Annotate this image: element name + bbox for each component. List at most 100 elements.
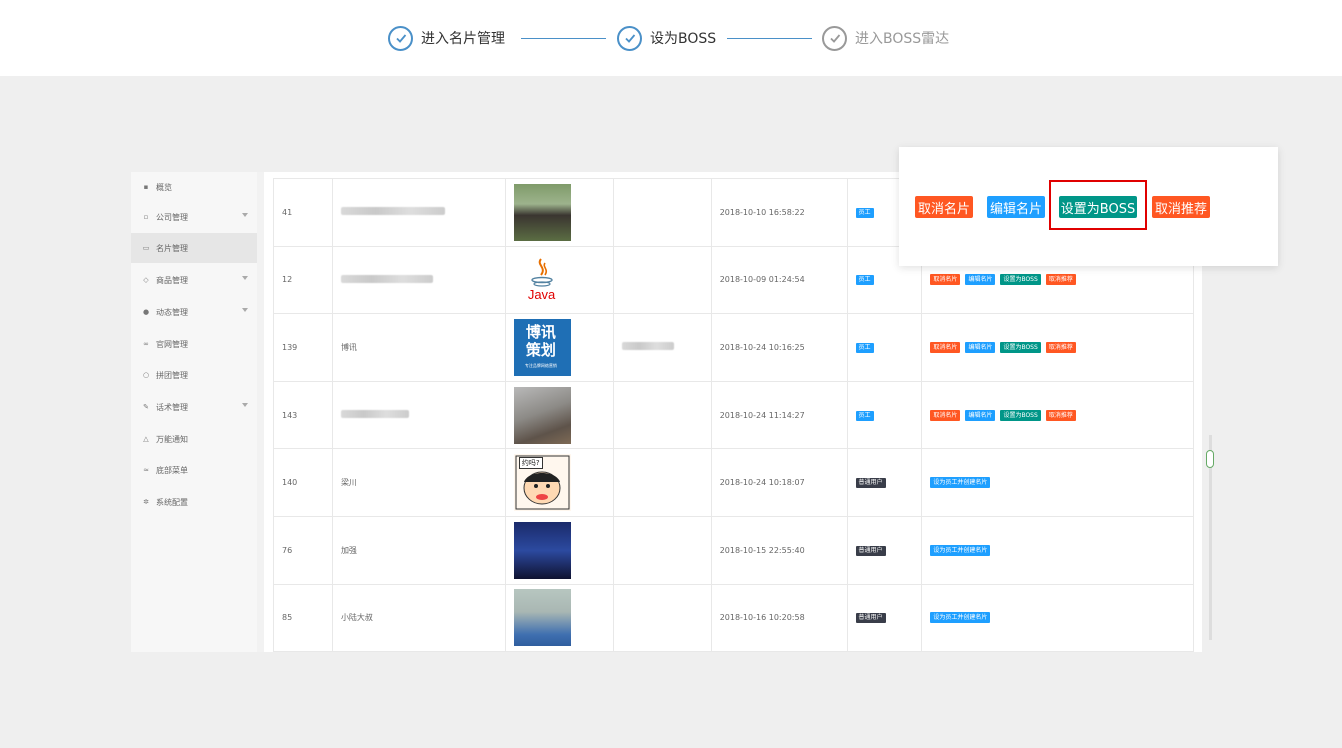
sidebar-item-settings[interactable]: ✲ 系统配置	[131, 487, 257, 517]
link-icon: ∞	[143, 340, 149, 348]
sidebar-divider	[257, 172, 264, 652]
cell-time: 2018-10-24 11:14:27	[710, 380, 848, 450]
check-icon	[822, 25, 847, 51]
sidebar-item-label: 底部菜单	[156, 465, 188, 475]
role-badge: 员工	[855, 207, 874, 218]
cell-name: 小陆大叔	[331, 583, 506, 652]
edit-card-button[interactable]: 编辑名片	[987, 196, 1045, 218]
sidebar-item-goods[interactable]: ◇ 商品管理	[131, 265, 257, 295]
cell-name	[331, 245, 506, 315]
role-badge: 普通用户	[855, 613, 886, 624]
java-wordmark: Java	[527, 287, 556, 303]
cell-name	[331, 178, 506, 247]
cell-extra	[612, 448, 712, 517]
sidebar-item-label: 官网管理	[156, 339, 188, 349]
cancel-recommend-button[interactable]: 取消推荐	[1045, 341, 1076, 353]
cell-actions: 设为员工并创建名片	[921, 583, 1194, 652]
highlight-box	[1049, 180, 1147, 230]
cell-actions: 取消名片 编辑名片 设置为BOSS 取消推荐	[921, 313, 1194, 382]
cancel-card-button[interactable]: 取消名片	[915, 196, 973, 218]
cell-time: 2018-10-24 10:18:07	[710, 448, 848, 517]
scroll-handle[interactable]	[1206, 450, 1214, 468]
sidebar-item-label: 公司管理	[156, 212, 188, 222]
role-badge: 员工	[855, 410, 874, 421]
cell-time: 2018-10-16 10:20:58	[710, 583, 848, 652]
sidebar-item-group-buy[interactable]: ○ 拼团管理	[131, 360, 257, 390]
sidebar-item-label: 概览	[156, 182, 172, 192]
cell-name: 梁川	[331, 448, 506, 517]
sidebar-item-scripts[interactable]: ✎ 话术管理	[131, 392, 257, 422]
sidebar-item-label: 拼团管理	[156, 370, 188, 380]
edit-card-button[interactable]: 编辑名片	[965, 341, 996, 353]
make-staff-button[interactable]: 设为员工并创建名片	[930, 612, 991, 624]
cell-id: 143	[273, 380, 333, 450]
compass-icon: ●	[142, 308, 150, 316]
edit-card-button[interactable]: 编辑名片	[965, 409, 996, 421]
sidebar-item-label: 动态管理	[156, 307, 188, 317]
cell-name	[331, 380, 506, 450]
blurred-extra	[621, 342, 674, 351]
cell-image	[504, 515, 614, 585]
cell-id: 85	[273, 583, 333, 652]
step-connector	[521, 38, 606, 39]
cancel-recommend-button[interactable]: 取消推荐	[1045, 274, 1076, 286]
sidebar-item-moments[interactable]: ● 动态管理	[131, 297, 257, 327]
set-boss-button[interactable]: 设置为BOSS	[1000, 409, 1041, 421]
cell-extra	[612, 178, 712, 247]
sidebar-item-label: 话术管理	[156, 402, 188, 412]
boxun-line2: 策划	[525, 340, 556, 359]
cell-time: 2018-10-15 22:55:40	[710, 515, 848, 585]
chevron-down-icon	[242, 276, 248, 280]
blurred-name	[340, 274, 433, 283]
cell-extra	[612, 313, 712, 382]
speech-bubble: 约吗?	[518, 457, 543, 470]
cell-id: 76	[273, 515, 333, 585]
cancel-card-button[interactable]: 取消名片	[930, 409, 961, 421]
cancel-card-button[interactable]: 取消名片	[930, 274, 961, 286]
sidebar-item-cards[interactable]: ▭ 名片管理	[131, 233, 257, 263]
sidebar-item-bottom-menu[interactable]: ≈ 底部菜单	[131, 455, 257, 485]
step-label: 进入BOSS雷达	[855, 31, 950, 47]
smoke-photo	[513, 386, 571, 444]
cell-role: 普通用户	[846, 515, 923, 585]
cancel-card-button[interactable]: 取消名片	[930, 341, 961, 353]
step-2: 设为BOSS	[617, 25, 716, 51]
sidebar-item-notify[interactable]: △ 万能通知	[131, 424, 257, 454]
cell-image	[504, 583, 614, 652]
cell-time: 2018-10-09 01:24:54	[710, 245, 848, 315]
set-boss-button[interactable]: 设置为BOSS	[1000, 274, 1041, 286]
table-row: 139 博讯 博讯 策划 专注品牌网络营销 2018-10-24 10:16:2…	[273, 313, 1194, 382]
person-photo	[513, 183, 571, 241]
edit-card-button[interactable]: 编辑名片	[965, 274, 996, 286]
cell-time: 2018-10-24 10:16:25	[710, 313, 848, 382]
make-staff-button[interactable]: 设为员工并创建名片	[930, 477, 991, 489]
cell-role: 普通用户	[846, 583, 923, 652]
cell-extra	[612, 515, 712, 585]
step-label: 设为BOSS	[650, 31, 717, 47]
cell-extra	[612, 583, 712, 652]
chat-icon: ▪	[143, 183, 149, 191]
sidebar-item-overview[interactable]: ▪ 概览	[131, 172, 257, 202]
table-row: 140 梁川 约吗? 2018-10-24 10:18:07 普通用户 设为员工…	[273, 448, 1194, 517]
check-icon	[617, 25, 642, 51]
make-staff-button[interactable]: 设为员工并创建名片	[930, 544, 991, 556]
sidebar-item-label: 系统配置	[156, 497, 188, 507]
cell-actions: 取消名片 编辑名片 设置为BOSS 取消推荐	[921, 380, 1194, 450]
building-icon: ▫	[143, 213, 149, 221]
table-row: 85 小陆大叔 2018-10-16 10:20:58 普通用户 设为员工并创建…	[273, 583, 1194, 652]
sidebar-item-website[interactable]: ∞ 官网管理	[131, 329, 257, 359]
table-row: 143 2018-10-24 11:14:27 员工 取消名片 编辑名片 设置为BO…	[273, 380, 1194, 450]
sidebar-item-company[interactable]: ▫ 公司管理	[131, 202, 257, 232]
cell-image: 约吗?	[504, 448, 614, 517]
blurred-name	[340, 207, 445, 216]
set-boss-button[interactable]: 设置为BOSS	[1000, 341, 1041, 353]
cell-extra	[612, 245, 712, 315]
pen-icon: ✎	[143, 403, 149, 411]
cancel-recommend-button[interactable]: 取消推荐	[1045, 409, 1076, 421]
cell-id: 12	[273, 245, 333, 315]
cancel-recommend-button[interactable]: 取消推荐	[1152, 196, 1210, 218]
sidebar-item-label: 名片管理	[156, 243, 188, 253]
cell-actions: 设为员工并创建名片	[921, 448, 1194, 517]
blurred-name	[340, 410, 409, 419]
check-icon	[388, 25, 413, 51]
